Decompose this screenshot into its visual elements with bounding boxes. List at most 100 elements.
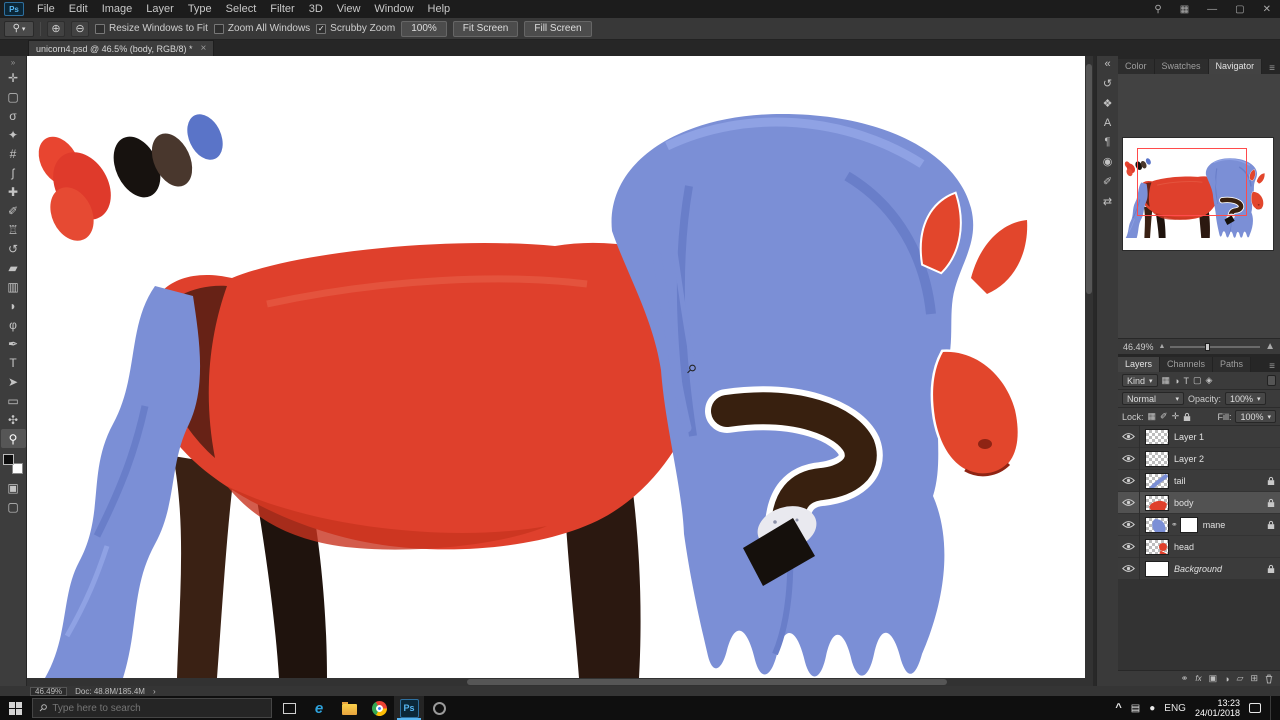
fill-screen-button[interactable]: Fill Screen <box>524 20 592 37</box>
delete-layer-icon[interactable] <box>1265 674 1273 684</box>
close-button[interactable]: ✕ <box>1254 4 1280 15</box>
paragraph-panel-icon[interactable]: ¶ <box>1098 136 1118 148</box>
filter-kind-dropdown[interactable]: Kind ▾ <box>1122 374 1158 387</box>
layer-thumbnail[interactable] <box>1145 472 1169 489</box>
tab-navigator[interactable]: Navigator <box>1208 59 1263 74</box>
lasso-tool[interactable]: σ <box>1 106 26 125</box>
marquee-tool[interactable]: ▢ <box>1 87 26 106</box>
tab-swatches[interactable]: Swatches <box>1154 59 1209 74</box>
taskbar-clock[interactable]: 13:23 24/01/2018 <box>1195 698 1240 718</box>
toolbar-collapse-icon[interactable]: » <box>11 58 15 68</box>
history-brush-tool[interactable]: ↺ <box>1 239 26 258</box>
fit-screen-button[interactable]: Fit Screen <box>452 20 519 37</box>
zoom-in-mode-button[interactable]: ⊕ <box>47 20 65 37</box>
link-layers-icon[interactable]: ⚭ <box>1181 673 1189 684</box>
edge-taskbar-button[interactable]: e <box>304 696 334 720</box>
tab-close-icon[interactable]: × <box>201 43 207 54</box>
menu-type[interactable]: Type <box>181 3 219 15</box>
taskbar-search[interactable]: ⚲ <box>32 698 272 718</box>
path-selection-tool[interactable]: ➤ <box>1 372 26 391</box>
tab-color[interactable]: Color <box>1118 59 1155 74</box>
layer-thumbnail[interactable] <box>1145 450 1169 467</box>
language-indicator[interactable]: ENG <box>1164 703 1186 714</box>
lock-transparent-icon[interactable]: ▦ <box>1148 411 1157 422</box>
shape-tool[interactable]: ▭ <box>1 391 26 410</box>
layer-row[interactable]: Background <box>1118 557 1280 580</box>
status-arrow-icon[interactable]: › <box>153 687 156 696</box>
scrubby-zoom-checkbox[interactable]: ✓ <box>316 23 327 34</box>
quick-selection-tool[interactable]: ✦ <box>1 125 26 144</box>
type-tool[interactable]: T <box>1 353 26 372</box>
eraser-tool[interactable]: ▰ <box>1 258 26 277</box>
menu-layer[interactable]: Layer <box>139 3 181 15</box>
screen-mode-button[interactable]: ▢ <box>1 497 26 516</box>
document-canvas[interactable]: ⚲ <box>27 56 1085 678</box>
gradient-tool[interactable]: ▥ <box>1 277 26 296</box>
horizontal-scrollbar[interactable] <box>27 678 1085 686</box>
visibility-toggle[interactable] <box>1118 491 1140 514</box>
start-button[interactable] <box>0 696 30 720</box>
layer-mask-thumbnail[interactable] <box>1179 516 1198 533</box>
layer-style-icon[interactable]: fx <box>1195 674 1201 683</box>
move-tool[interactable]: ✛ <box>1 68 26 87</box>
filter-smart-object-icon[interactable]: ◈ <box>1206 375 1213 386</box>
menu-help[interactable]: Help <box>421 3 458 15</box>
app-taskbar-button[interactable] <box>424 696 454 720</box>
filter-pixel-icon[interactable]: ▦ <box>1162 375 1171 386</box>
layer-row[interactable]: Layer 1 <box>1118 425 1280 448</box>
filter-toggle-switch[interactable] <box>1267 375 1276 386</box>
hand-tool[interactable]: ✣ <box>1 410 26 429</box>
search-input[interactable] <box>52 702 265 714</box>
crop-tool[interactable]: # <box>1 144 26 163</box>
menu-file[interactable]: File <box>30 3 62 15</box>
zoom-slider-knob[interactable] <box>1204 342 1210 351</box>
menu-select[interactable]: Select <box>219 3 264 15</box>
zoom-in-mountain-icon[interactable]: ▲ <box>1265 341 1275 352</box>
layer-row[interactable]: tail <box>1118 469 1280 492</box>
add-mask-icon[interactable]: ▣ <box>1209 673 1218 684</box>
show-desktop-button[interactable] <box>1270 696 1274 720</box>
opacity-dropdown[interactable]: 100% ▾ <box>1225 392 1266 405</box>
layer-row[interactable]: head <box>1118 535 1280 558</box>
maximize-button[interactable]: ▢ <box>1226 4 1253 15</box>
menu-view[interactable]: View <box>330 3 368 15</box>
history-panel-icon[interactable]: ↺ <box>1098 77 1118 90</box>
menu-edit[interactable]: Edit <box>62 3 95 15</box>
fill-dropdown[interactable]: 100% ▾ <box>1235 410 1276 423</box>
tab-layers[interactable]: Layers <box>1118 357 1161 372</box>
styles-panel-icon[interactable]: ❖ <box>1098 97 1118 110</box>
tab-channels[interactable]: Channels <box>1160 357 1214 372</box>
foreground-background-colors[interactable] <box>3 454 23 474</box>
visibility-toggle[interactable] <box>1118 513 1140 536</box>
lock-paint-icon[interactable]: ✐ <box>1160 411 1168 422</box>
tray-status-icon[interactable]: ● <box>1149 703 1155 714</box>
visibility-toggle[interactable] <box>1118 469 1140 492</box>
chrome-taskbar-button[interactable] <box>364 696 394 720</box>
healing-brush-tool[interactable]: ✚ <box>1 182 26 201</box>
document-tab[interactable]: unicorn4.psd @ 46.5% (body, RGB/8) * × <box>28 40 215 56</box>
layer-row-selected[interactable]: body <box>1118 491 1280 514</box>
visibility-toggle[interactable] <box>1118 535 1140 558</box>
navigator-view-box[interactable] <box>1137 148 1247 216</box>
lock-all-icon[interactable] <box>1183 412 1191 422</box>
menu-window[interactable]: Window <box>367 3 420 15</box>
horizontal-scrollbar-thumb[interactable] <box>467 679 947 685</box>
clone-stamp-tool[interactable]: ♖ <box>1 220 26 239</box>
panel-menu-icon[interactable]: ≡ <box>1264 361 1280 372</box>
blur-tool[interactable]: ◗ <box>1 296 26 315</box>
layer-row[interactable]: Layer 2 <box>1118 447 1280 470</box>
visibility-toggle[interactable] <box>1118 557 1140 580</box>
action-center-icon[interactable] <box>1249 703 1261 713</box>
zoom-100-button[interactable]: 100% <box>401 20 447 37</box>
blend-mode-dropdown[interactable]: Normal ▾ <box>1122 392 1184 405</box>
file-explorer-button[interactable] <box>334 696 364 720</box>
navigator-thumbnail[interactable] <box>1123 138 1273 250</box>
photoshop-taskbar-button[interactable]: Ps <box>394 696 424 720</box>
layer-thumbnail[interactable] <box>1145 516 1169 533</box>
mask-link-icon[interactable]: ⚭ <box>1171 520 1178 529</box>
filter-adjustment-icon[interactable]: ◑ <box>1174 376 1179 386</box>
character-panel-icon[interactable]: A <box>1098 117 1118 129</box>
vertical-scrollbar-thumb[interactable] <box>1086 64 1092 294</box>
brush-settings-panel-icon[interactable]: ✐ <box>1098 175 1118 188</box>
menu-image[interactable]: Image <box>95 3 140 15</box>
